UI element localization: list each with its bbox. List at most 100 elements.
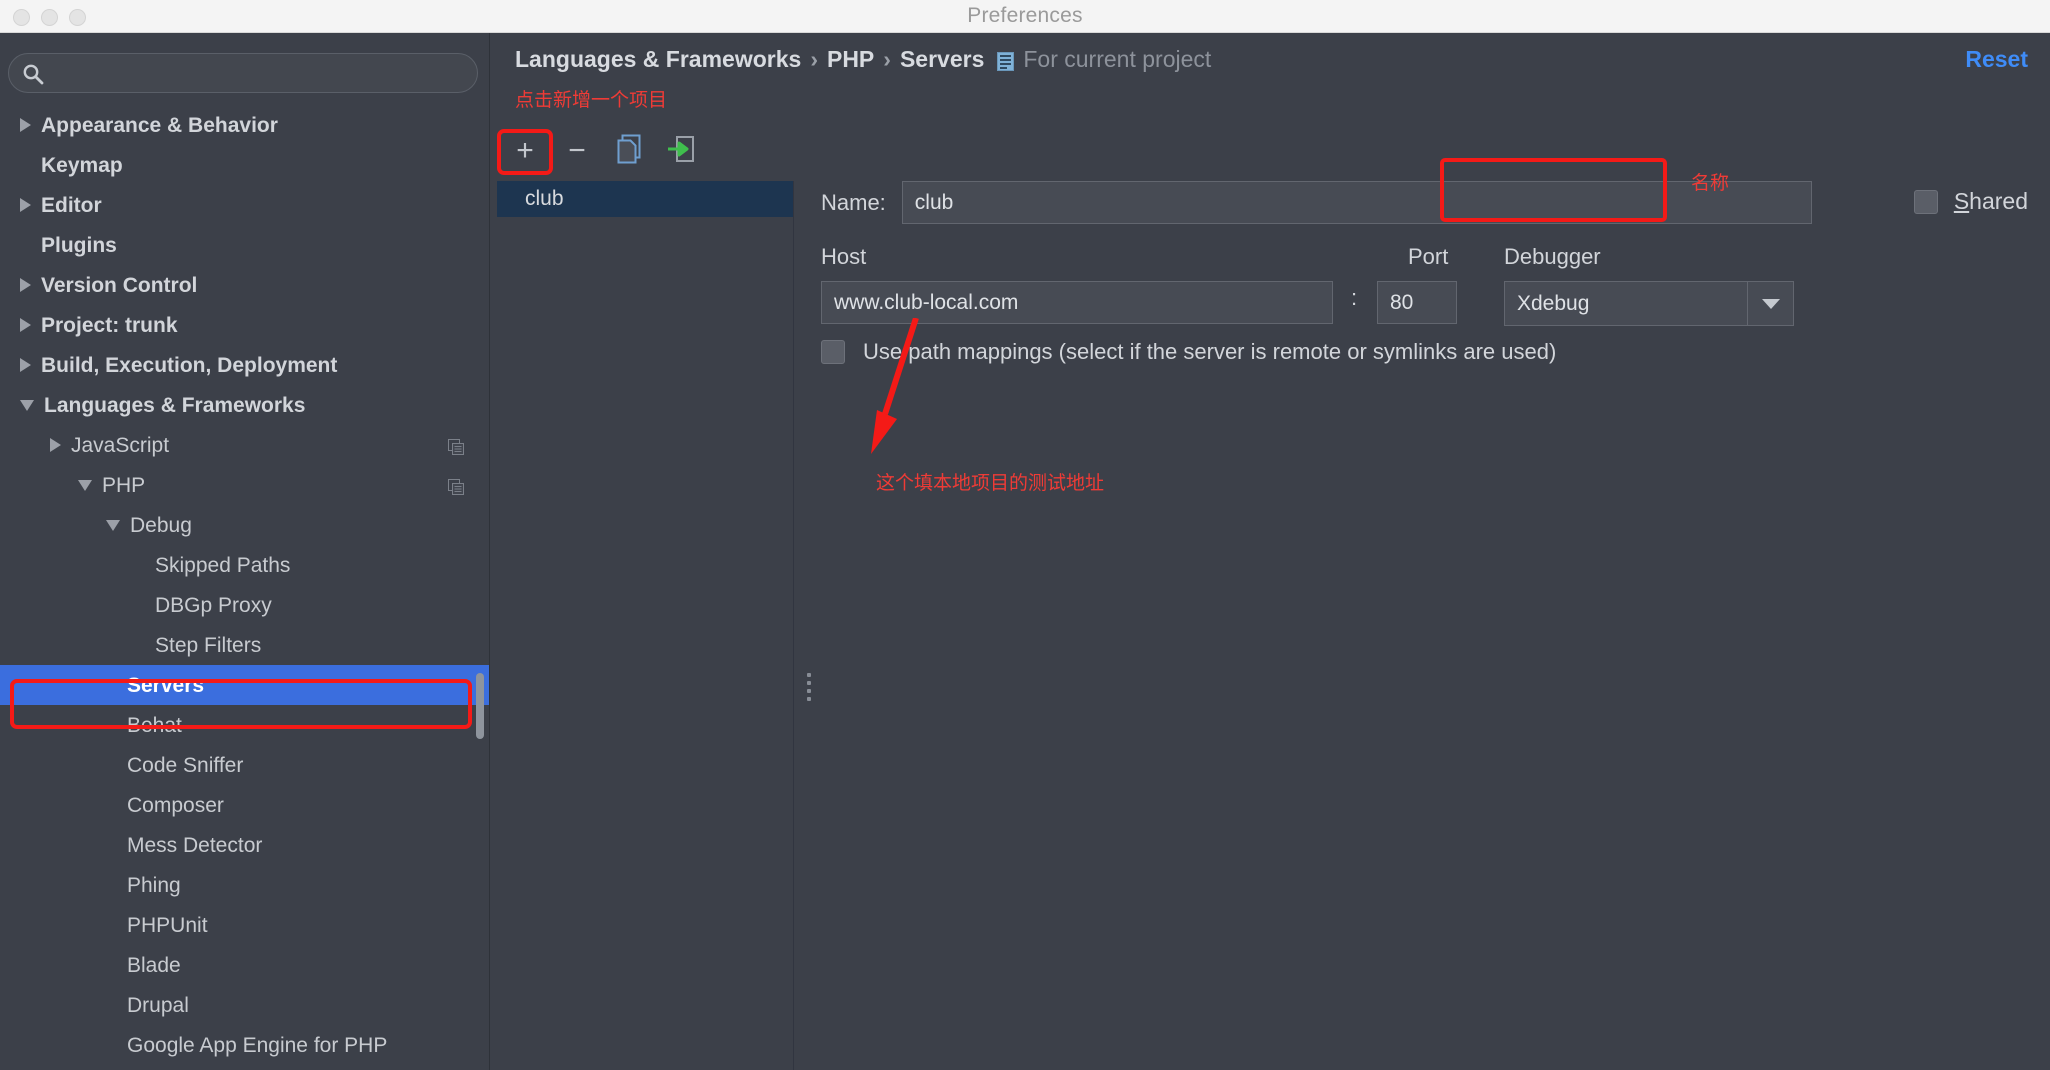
shared-label: Shared xyxy=(1954,188,2028,215)
name-input[interactable] xyxy=(901,181,1812,224)
sidebar-item-label: Appearance & Behavior xyxy=(41,113,278,137)
search-container xyxy=(8,53,478,93)
chevron-right-icon[interactable] xyxy=(50,438,61,452)
sidebar-item-keymap[interactable]: Keymap xyxy=(0,145,489,185)
sidebar-item-label: Drupal xyxy=(127,993,189,1017)
debugger-label: Debugger xyxy=(1504,244,1601,269)
chevron-down-icon[interactable] xyxy=(78,479,92,491)
sidebar-item-label: JavaScript xyxy=(71,433,170,457)
sidebar-item-label: PHP xyxy=(102,473,146,497)
copy-icon xyxy=(615,134,643,169)
sidebar-item-label: Version Control xyxy=(41,273,198,297)
server-list-item-club[interactable]: club xyxy=(497,181,793,217)
breadcrumb-item-languages[interactable]: Languages & Frameworks xyxy=(515,46,801,73)
shared-label-rest: hared xyxy=(1969,188,2028,214)
sidebar-item-dbgp-proxy[interactable]: DBGp Proxy xyxy=(0,585,489,625)
sidebar-item-editor[interactable]: Editor xyxy=(0,185,489,225)
search-input[interactable] xyxy=(53,54,471,92)
chevron-right-icon[interactable] xyxy=(20,278,31,292)
sidebar-scrollbar-thumb[interactable] xyxy=(476,673,484,739)
main-pane: Languages & Frameworks › PHP › Servers F… xyxy=(491,33,2050,1070)
sidebar-item-step-filters[interactable]: Step Filters xyxy=(0,625,489,665)
import-icon xyxy=(666,134,696,169)
shared-mnemonic: S xyxy=(1953,188,1970,214)
chevron-right-icon[interactable] xyxy=(20,318,31,332)
sidebar-item-composer[interactable]: Composer xyxy=(0,785,489,825)
sidebar-item-drupal[interactable]: Drupal xyxy=(0,985,489,1025)
sidebar-item-label: Debug xyxy=(130,513,192,537)
server-list-item-label: club xyxy=(525,187,564,210)
shared-checkbox[interactable] xyxy=(1913,189,1938,214)
sidebar-item-smarty[interactable]: Smarty xyxy=(0,1065,489,1070)
search-box[interactable] xyxy=(8,53,478,93)
sidebar-item-build-execution-deployment[interactable]: Build, Execution, Deployment xyxy=(0,345,489,385)
host-label: Host xyxy=(821,244,867,269)
sidebar-item-label: Project: trunk xyxy=(41,313,178,337)
chevron-down-icon[interactable] xyxy=(1747,282,1793,325)
use-path-mappings-label: Use path mappings (select if the server … xyxy=(863,339,1557,364)
project-scope-icon xyxy=(997,50,1015,71)
chevron-right-icon[interactable] xyxy=(20,118,31,132)
copy-server-button[interactable] xyxy=(607,131,651,171)
sidebar-item-label: Build, Execution, Deployment xyxy=(41,353,338,377)
sidebar-item-languages-frameworks[interactable]: Languages & Frameworks xyxy=(0,385,489,425)
sidebar-item-label: PHPUnit xyxy=(127,913,208,937)
sidebar-item-label: Step Filters xyxy=(155,633,262,657)
sidebar-item-code-sniffer[interactable]: Code Sniffer xyxy=(0,745,489,785)
import-server-button[interactable] xyxy=(659,131,703,171)
sidebar-item-phpunit[interactable]: PHPUnit xyxy=(0,905,489,945)
sidebar-item-project-trunk[interactable]: Project: trunk xyxy=(0,305,489,345)
shared-row[interactable]: Shared xyxy=(1913,188,2028,215)
sidebar-item-servers[interactable]: Servers xyxy=(0,665,489,705)
port-input[interactable] xyxy=(1377,281,1457,324)
chevron-right-icon[interactable] xyxy=(20,198,31,212)
add-server-button[interactable]: + xyxy=(503,131,547,171)
reset-link[interactable]: Reset xyxy=(1965,46,2028,73)
sidebar-item-label: Behat xyxy=(127,713,182,737)
remove-server-button[interactable]: − xyxy=(555,131,599,171)
sidebar-item-behat[interactable]: Behat xyxy=(0,705,489,745)
sidebar-item-debug[interactable]: Debug xyxy=(0,505,489,545)
copy-settings-icon xyxy=(448,437,464,455)
sidebar-item-blade[interactable]: Blade xyxy=(0,945,489,985)
sidebar-item-label: Skipped Paths xyxy=(155,553,291,577)
sidebar-item-label: Google App Engine for PHP xyxy=(127,1033,388,1057)
debugger-selected-value: Xdebug xyxy=(1517,291,1590,315)
minus-icon: − xyxy=(568,134,586,167)
sidebar-item-javascript[interactable]: JavaScript xyxy=(0,425,489,465)
chevron-down-icon[interactable] xyxy=(20,399,34,411)
annotation-arrow xyxy=(871,318,919,454)
sidebar-item-version-control[interactable]: Version Control xyxy=(0,265,489,305)
window-title: Preferences xyxy=(967,4,1083,27)
sidebar-item-google-app-engine-for-php[interactable]: Google App Engine for PHP xyxy=(0,1025,489,1065)
sidebar-item-skipped-paths[interactable]: Skipped Paths xyxy=(0,545,489,585)
sidebar-item-mess-detector[interactable]: Mess Detector xyxy=(0,825,489,865)
breadcrumb-item-php[interactable]: PHP xyxy=(827,46,874,73)
sidebar-item-php[interactable]: PHP xyxy=(0,465,489,505)
chevron-right-icon[interactable] xyxy=(20,358,31,372)
debugger-select[interactable]: Xdebug xyxy=(1504,281,1794,326)
scope-label: For current project xyxy=(1023,46,1212,72)
host-port-separator: : xyxy=(1351,285,1358,310)
chevron-down-icon[interactable] xyxy=(106,519,120,531)
breadcrumb: Languages & Frameworks › PHP › Servers F… xyxy=(515,46,1211,73)
sidebar-item-label: Servers xyxy=(127,673,205,697)
splitter-handle[interactable] xyxy=(807,673,813,701)
sidebar-item-phing[interactable]: Phing xyxy=(0,865,489,905)
breadcrumb-item-servers[interactable]: Servers xyxy=(900,46,984,73)
sidebar-item-label: Editor xyxy=(41,193,102,217)
sidebar-item-plugins[interactable]: Plugins xyxy=(0,225,489,265)
sidebar-item-label: DBGp Proxy xyxy=(155,593,272,617)
sidebar-item-appearance-behavior[interactable]: Appearance & Behavior xyxy=(0,105,489,145)
name-label: Name: xyxy=(821,189,886,215)
window-titlebar: Preferences xyxy=(0,0,2050,33)
sidebar-item-label: Keymap xyxy=(41,153,123,177)
sidebar-item-label: Composer xyxy=(127,793,224,817)
